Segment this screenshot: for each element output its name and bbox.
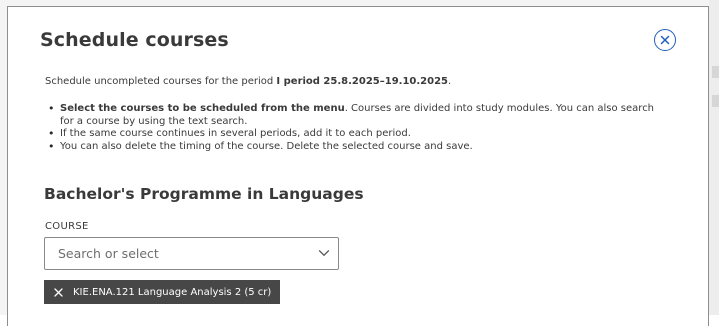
- backdrop-mark: [712, 66, 719, 78]
- instruction-bold: Select the courses to be scheduled from …: [60, 103, 345, 114]
- instruction-text: You can also delete the timing of the co…: [60, 140, 473, 152]
- programme-heading: Bachelor's Programme in Languages: [44, 185, 364, 203]
- instructions-list: Select the courses to be scheduled from …: [45, 103, 665, 153]
- close-icon: [53, 287, 63, 297]
- intro-text: Schedule uncompleted courses for the per…: [45, 76, 451, 87]
- selected-course-label: KIE.ENA.121 Language Analysis 2 (5 cr): [73, 286, 272, 298]
- instruction-item: You can also delete the timing of the co…: [45, 141, 665, 154]
- course-field-label: COURSE: [45, 221, 89, 232]
- intro-suffix: .: [448, 76, 452, 87]
- intro-prefix: Schedule uncompleted courses for the per…: [45, 76, 277, 87]
- period-label: I period 25.8.2025–19.10.2025: [276, 76, 448, 87]
- instruction-text: If the same course continues in several …: [60, 128, 411, 139]
- backdrop-mark: [712, 95, 719, 107]
- close-circle-icon: [660, 35, 670, 45]
- course-select[interactable]: [44, 237, 339, 270]
- instruction-item: Select the courses to be scheduled from …: [45, 103, 665, 128]
- instruction-item: If the same course continues in several …: [45, 128, 665, 141]
- backdrop-scroll-strip: [709, 0, 719, 315]
- dialog-title: Schedule courses: [40, 29, 229, 51]
- course-search-input[interactable]: [45, 238, 305, 269]
- chevron-down-icon[interactable]: [317, 246, 331, 260]
- schedule-courses-dialog: Schedule courses Schedule uncompleted co…: [7, 6, 709, 326]
- selected-course-chip: KIE.ENA.121 Language Analysis 2 (5 cr): [44, 280, 281, 304]
- close-dialog-button[interactable]: [654, 29, 676, 51]
- remove-course-button[interactable]: [52, 286, 64, 298]
